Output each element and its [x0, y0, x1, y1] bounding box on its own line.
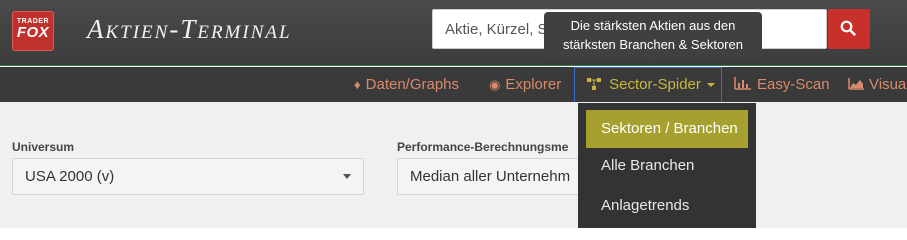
- nav-daten-graphs[interactable]: ♦ Daten/Graphs: [354, 67, 459, 102]
- chevron-down-icon: [343, 174, 351, 179]
- universe-label: Universum: [12, 140, 75, 154]
- performance-select[interactable]: Median aller Unternehm: [397, 158, 597, 195]
- nav-sector-spider[interactable]: Sector-Spider: [574, 67, 722, 104]
- nav-visual[interactable]: Visual: [848, 67, 907, 102]
- tooltip-line: stärksten Branchen & Sektoren: [563, 37, 743, 52]
- app-header: TRADER FOX Aktien-Terminal: [0, 0, 907, 66]
- nav-label: Easy-Scan: [757, 76, 830, 93]
- menu-item-alle-branchen[interactable]: Alle Branchen: [578, 147, 756, 185]
- performance-label: Performance-Berechnungsme: [397, 140, 569, 154]
- app-title: Aktien-Terminal: [87, 14, 292, 44]
- search-icon: [840, 20, 856, 36]
- tradersfox-logo[interactable]: TRADER FOX: [12, 11, 54, 51]
- sitemap-icon: [587, 76, 609, 93]
- main-nav: ♦ Daten/Graphs ◉ Explorer Sector-Spider: [0, 67, 907, 104]
- nav-easy-scan[interactable]: Easy-Scan: [734, 67, 830, 102]
- menu-item-anlagetrends[interactable]: Anlagetrends: [578, 187, 756, 225]
- universe-value: USA 2000 (v): [25, 168, 115, 185]
- universe-select[interactable]: USA 2000 (v): [12, 158, 364, 195]
- sector-spider-dropdown: Sektoren / Branchen Alle Branchen Anlage…: [578, 103, 756, 228]
- nav-label: Daten/Graphs: [365, 76, 460, 93]
- chart-icon: [734, 67, 752, 102]
- logo-text-bottom: FOX: [16, 24, 50, 41]
- nav-label: Sector-Spider: [609, 76, 701, 93]
- sector-spider-tooltip: Die stärksten Aktien aus den stärksten B…: [544, 12, 762, 64]
- nav-explorer[interactable]: ◉ Explorer: [489, 67, 561, 102]
- tooltip-line: Die stärksten Aktien aus den: [570, 18, 736, 33]
- diamond-icon: ♦: [354, 77, 361, 92]
- chevron-down-icon: [706, 83, 715, 88]
- nav-label: Explorer: [505, 76, 562, 93]
- menu-item-sektoren-branchen[interactable]: Sektoren / Branchen: [586, 110, 748, 148]
- nav-label: Visual: [869, 76, 907, 93]
- globe-icon: ◉: [489, 77, 501, 92]
- filter-panel: Universum USA 2000 (v) Performance-Berec…: [0, 102, 907, 228]
- performance-value: Median aller Unternehm: [410, 168, 571, 185]
- area-chart-icon: [848, 67, 864, 102]
- search-button[interactable]: [828, 9, 870, 49]
